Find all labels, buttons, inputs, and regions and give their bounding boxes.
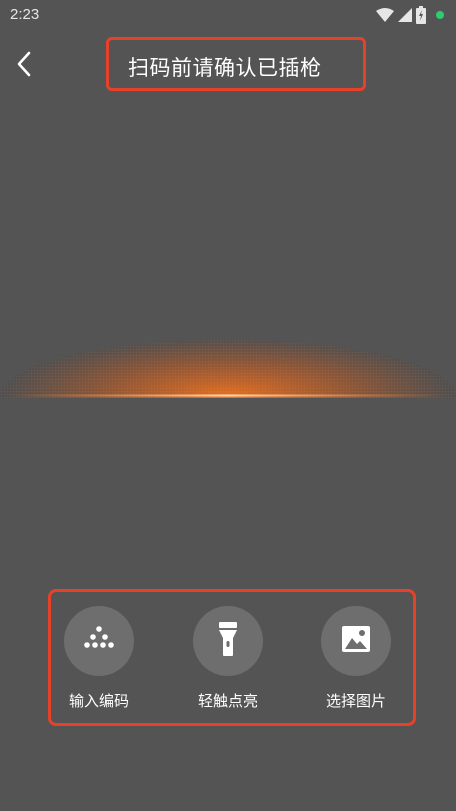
scan-line: [0, 340, 456, 398]
input-code-button[interactable]: 输入编码: [49, 606, 149, 711]
status-time: 2:23: [10, 6, 40, 23]
signal-icon: [398, 8, 412, 22]
image-icon: [342, 626, 370, 656]
status-icons: [376, 5, 444, 25]
choose-image-button[interactable]: 选择图片: [306, 606, 406, 711]
flashlight-icon: [218, 622, 238, 660]
status-bar: 2:23: [0, 0, 456, 32]
keypad-icon: [84, 626, 114, 656]
flashlight-circle: [193, 606, 263, 676]
input-code-circle: [64, 606, 134, 676]
choose-image-label: 选择图片: [325, 692, 386, 710]
battery-icon: [416, 6, 426, 24]
choose-image-circle: [321, 606, 391, 676]
notification-dot: [436, 11, 444, 19]
page-title: 扫码前请确认已插枪: [128, 56, 322, 80]
back-button[interactable]: [8, 48, 40, 84]
chevron-left-icon: [15, 51, 33, 81]
flashlight-button[interactable]: 轻触点亮: [178, 606, 278, 711]
flashlight-label: 轻触点亮: [197, 692, 258, 710]
wifi-icon: [376, 8, 394, 22]
input-code-label: 输入编码: [68, 692, 129, 710]
